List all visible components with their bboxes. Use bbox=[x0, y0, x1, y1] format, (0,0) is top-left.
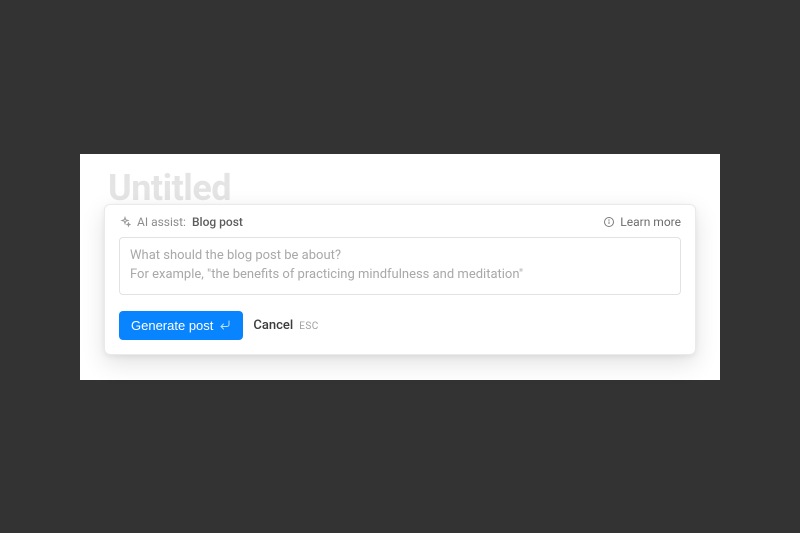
generate-button[interactable]: Generate post bbox=[119, 311, 243, 340]
sparkle-icon bbox=[119, 216, 131, 228]
modal-header: AI assist: Blog post Learn more bbox=[119, 215, 681, 229]
learn-more-link[interactable]: Learn more bbox=[603, 215, 681, 229]
editor-page: Untitled AI assist: Blog post bbox=[80, 154, 720, 380]
info-icon bbox=[603, 216, 615, 228]
page-title: Untitled bbox=[108, 170, 692, 206]
learn-more-label: Learn more bbox=[620, 215, 681, 229]
enter-key-icon bbox=[219, 319, 231, 331]
cancel-button[interactable]: Cancel ESC bbox=[253, 318, 318, 333]
prompt-input[interactable] bbox=[119, 237, 681, 295]
ai-context-label: Blog post bbox=[192, 215, 243, 229]
modal-footer: Generate post Cancel ESC bbox=[119, 311, 681, 340]
generate-button-label: Generate post bbox=[131, 318, 213, 333]
esc-hint: ESC bbox=[299, 321, 319, 332]
ai-assist-label: AI assist: bbox=[137, 215, 186, 229]
modal-header-left: AI assist: Blog post bbox=[119, 215, 243, 229]
ai-assist-modal: AI assist: Blog post Learn more Generate… bbox=[104, 204, 696, 355]
cancel-label: Cancel bbox=[253, 318, 293, 333]
